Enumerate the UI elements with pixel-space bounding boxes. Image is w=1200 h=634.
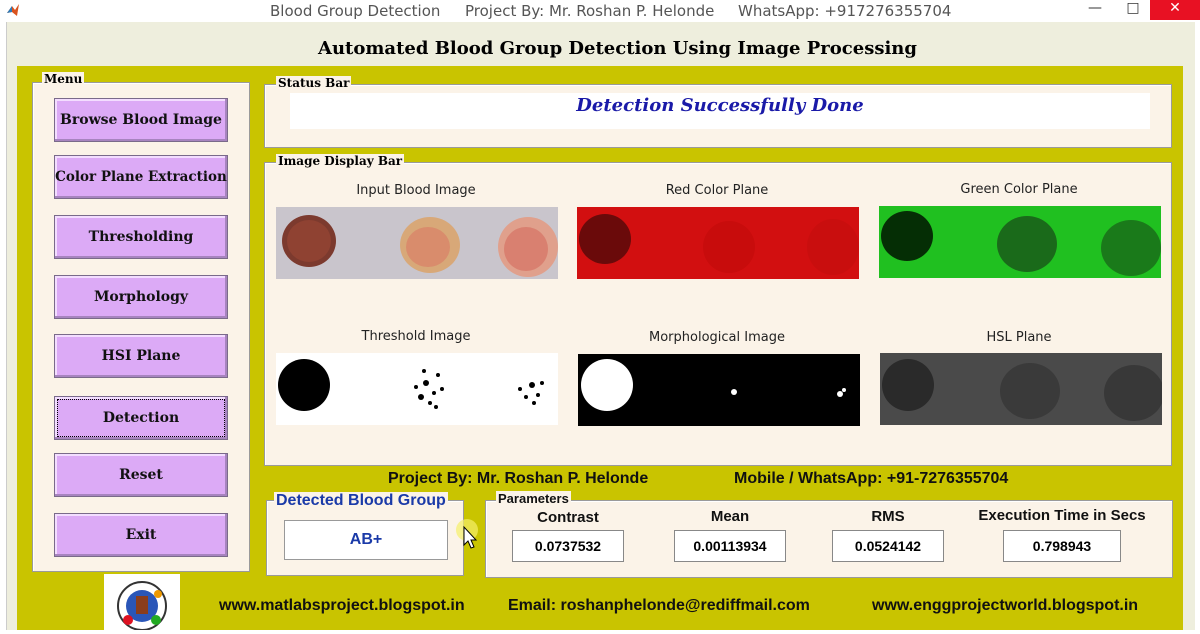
app-title: Automated Blood Group Detection Using Im… bbox=[318, 38, 917, 59]
window-title-bar: Blood Group Detection Project By: Mr. Ro… bbox=[0, 0, 1200, 22]
red-plane-caption: Red Color Plane bbox=[665, 183, 769, 198]
browse-blood-image-button[interactable]: Browse Blood Image bbox=[54, 98, 228, 142]
website-link-2[interactable]: www.enggprojectworld.blogspot.in bbox=[872, 597, 1138, 615]
hsl-plane-image bbox=[880, 353, 1162, 425]
menu-panel-label: Menu bbox=[42, 72, 85, 86]
hsl-plane-caption: HSL Plane bbox=[986, 330, 1052, 345]
project-by-text: Project By: Mr. Roshan P. Helonde bbox=[388, 470, 649, 487]
contrast-value: 0.0737532 bbox=[512, 530, 624, 562]
green-plane-caption: Green Color Plane bbox=[960, 182, 1078, 197]
mean-label: Mean bbox=[710, 508, 750, 525]
blood-group-result: AB+ bbox=[284, 520, 448, 560]
contrast-label: Contrast bbox=[537, 509, 599, 526]
hsi-plane-button[interactable]: HSI Plane bbox=[54, 334, 228, 378]
execution-time-value: 0.798943 bbox=[1003, 530, 1121, 562]
window-title-contact: WhatsApp: +917276355704 bbox=[738, 2, 952, 20]
maximize-button[interactable]: □ bbox=[1118, 0, 1148, 20]
close-window-button[interactable]: ✕ bbox=[1150, 0, 1200, 20]
morphology-button[interactable]: Morphology bbox=[54, 275, 228, 319]
matlab-logo-icon bbox=[6, 3, 20, 17]
mouse-cursor-icon bbox=[456, 519, 482, 553]
status-message: Detection Successfully Done bbox=[290, 93, 1150, 129]
color-plane-extraction-button[interactable]: Color Plane Extraction bbox=[54, 155, 228, 199]
rms-value: 0.0524142 bbox=[832, 530, 944, 562]
image-display-label: Image Display Bar bbox=[276, 154, 405, 168]
input-blood-image bbox=[276, 207, 558, 279]
mean-value: 0.00113934 bbox=[674, 530, 786, 562]
thresholding-button[interactable]: Thresholding bbox=[54, 215, 228, 259]
morphological-caption: Morphological Image bbox=[649, 330, 785, 345]
execution-time-label: Execution Time in Secs bbox=[978, 507, 1146, 524]
threshold-image bbox=[276, 353, 558, 425]
status-bar-label: Status Bar bbox=[276, 76, 352, 90]
email-text[interactable]: Email: roshanphelonde@rediffmail.com bbox=[508, 597, 810, 615]
green-color-plane-image bbox=[879, 206, 1161, 278]
threshold-caption: Threshold Image bbox=[361, 329, 471, 344]
minimize-button[interactable]: — bbox=[1080, 0, 1110, 20]
rms-label: RMS bbox=[871, 508, 905, 525]
morphological-image bbox=[578, 354, 860, 426]
parameters-label: Parameters bbox=[496, 491, 571, 506]
reset-button[interactable]: Reset bbox=[54, 453, 228, 497]
detection-button[interactable]: Detection bbox=[54, 396, 228, 440]
mobile-text: Mobile / WhatsApp: +91-7276355704 bbox=[734, 470, 1009, 487]
input-image-caption: Input Blood Image bbox=[356, 183, 476, 198]
website-link-1[interactable]: www.matlabsproject.blogspot.in bbox=[219, 597, 465, 615]
college-logo-icon bbox=[104, 574, 180, 631]
window-title: Blood Group Detection bbox=[270, 2, 441, 20]
window-title-author: Project By: Mr. Roshan P. Helonde bbox=[465, 2, 715, 20]
detected-blood-group-label: Detected Blood Group bbox=[274, 492, 448, 510]
exit-button[interactable]: Exit bbox=[54, 513, 228, 557]
red-color-plane-image bbox=[577, 207, 859, 279]
